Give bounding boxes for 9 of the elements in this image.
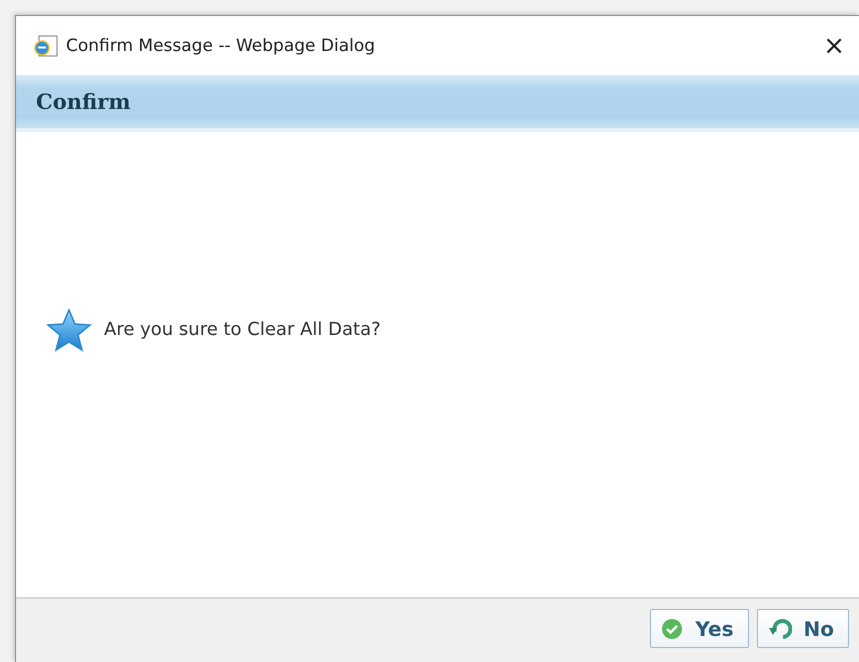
yes-button[interactable]: Yes (650, 609, 749, 648)
no-button[interactable]: No (756, 609, 849, 648)
window-title: Confirm Message -- Webpage Dialog (66, 36, 376, 56)
confirm-message: Are you sure to Clear All Data? (104, 319, 381, 340)
header-title: Confirm (36, 89, 131, 114)
close-button[interactable]: × (817, 30, 851, 60)
undo-icon (768, 618, 792, 640)
star-icon (46, 308, 92, 352)
check-icon (661, 618, 684, 640)
